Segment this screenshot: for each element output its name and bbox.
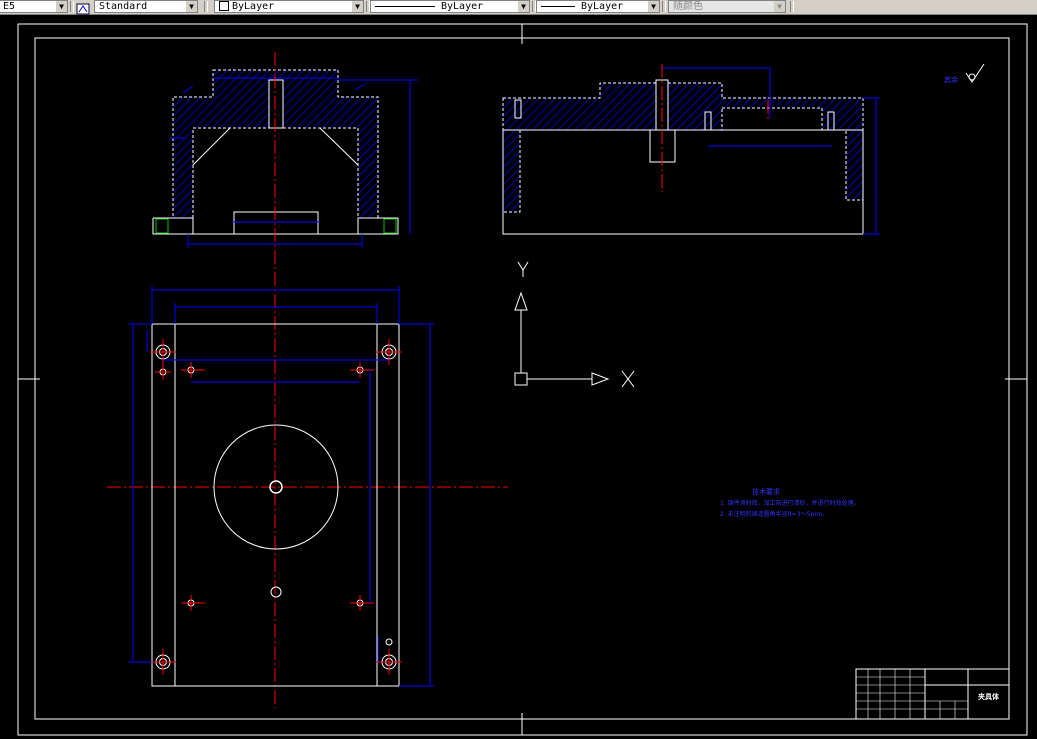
front-view-left-foot-bolt <box>155 218 169 234</box>
plan-dimensions <box>128 286 434 687</box>
chevron-down-icon[interactable]: ▼ <box>648 1 659 12</box>
front-view-right-foot-bolt <box>383 218 397 234</box>
chevron-down-icon[interactable]: ▼ <box>186 1 197 12</box>
plan-lower-hole <box>270 586 282 598</box>
linetype-combo[interactable]: ByLayer ▼ <box>370 0 530 13</box>
title-block[interactable]: 夹具体 <box>855 668 1010 720</box>
front-view-taper-left <box>192 127 231 166</box>
color-swatch-icon <box>219 1 229 11</box>
plan-corner-bolt-holes <box>155 344 397 670</box>
chevron-down-icon[interactable]: ▼ <box>774 1 785 12</box>
color-combo[interactable]: ByLayer ▼ <box>214 0 364 13</box>
ucs-axis-icon <box>514 261 635 388</box>
centerlines <box>107 52 769 708</box>
lineweight-value: ByLayer <box>581 1 624 12</box>
dimstyle-combo[interactable]: E5 ▼ <box>0 0 68 13</box>
color-value: ByLayer <box>232 1 275 12</box>
top-plan-view[interactable] <box>128 286 434 687</box>
toolbar-separator <box>70 1 74 12</box>
plan-boss-circle <box>213 424 339 550</box>
side-view-pocket <box>721 107 823 131</box>
notes-heading: 技术要求 <box>752 487 780 496</box>
technical-notes: 技术要求 1. 铸件须时效，加工前进行清砂，并进行时效处理。 2. 未注明的铸造… <box>720 487 860 518</box>
notes-line-1: 1. 铸件须时效，加工前进行清砂，并进行时效处理。 <box>720 499 860 507</box>
dimstyle-value: E5 <box>3 1 16 12</box>
text-style-value: Standard <box>99 1 148 12</box>
plotstyle-combo[interactable]: 随颜色 ▼ <box>668 0 786 13</box>
drawing-canvas[interactable]: Y X 其余 技术要求 1. 铸件须时效，加工前进行清砂，并进行时效处理。 2.… <box>0 14 1037 739</box>
notes-line-2: 2. 未注明的铸造圆角半径R=3～5mm。 <box>720 510 828 518</box>
properties-toolbar: E5 ▼ Standard ▼ ByLayer ▼ ByLayer ▼ ByLa… <box>0 0 1037 15</box>
linetype-preview-icon <box>375 5 435 7</box>
chevron-down-icon[interactable]: ▼ <box>518 1 529 12</box>
linetype-value: ByLayer <box>441 1 484 12</box>
toolbar-separator <box>204 1 208 12</box>
front-section-view[interactable] <box>152 69 418 248</box>
front-view-bore <box>268 79 284 129</box>
text-style-icon[interactable] <box>76 0 90 15</box>
title-block-drawing-name: 夹具体 <box>978 692 1000 701</box>
side-view-hatched-body <box>502 82 864 213</box>
toolbar-separator <box>662 1 666 12</box>
lineweight-preview-icon <box>541 5 575 7</box>
text-style-combo[interactable]: Standard ▼ <box>94 0 198 13</box>
lineweight-combo[interactable]: ByLayer ▼ <box>536 0 660 13</box>
front-view-taper-right <box>319 127 359 166</box>
chevron-down-icon[interactable]: ▼ <box>352 1 363 12</box>
roughness-label: 其余 <box>944 75 958 84</box>
plotstyle-value: 随颜色 <box>673 1 703 12</box>
toolbar-separator <box>790 1 794 12</box>
chevron-down-icon[interactable]: ▼ <box>56 1 67 12</box>
side-section-view[interactable] <box>502 67 880 235</box>
roughness-symbol: 其余 <box>944 63 985 84</box>
plan-hole-crosshairs <box>150 339 402 675</box>
